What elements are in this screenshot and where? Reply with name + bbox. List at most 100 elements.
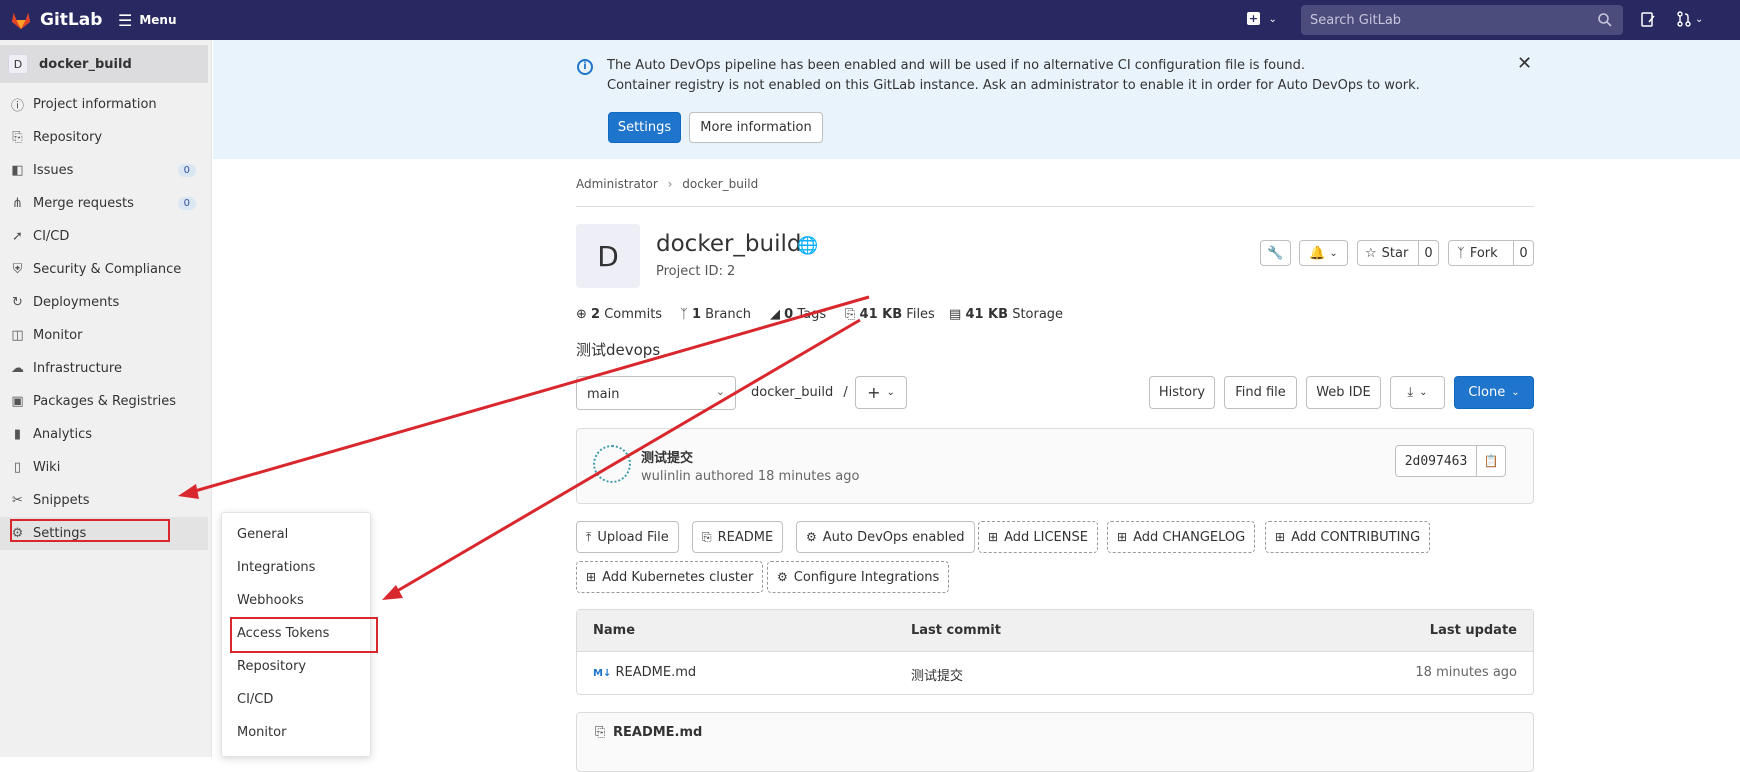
commit-sha[interactable]: 2d097463 xyxy=(1395,445,1477,477)
star-icon: ☆ xyxy=(1365,245,1377,261)
sidebar-item-monitor[interactable]: ◫ Monitor xyxy=(0,319,208,352)
tags-stat[interactable]: ◢ 0 Tags xyxy=(770,307,826,322)
find-file-button[interactable]: Find file xyxy=(1224,376,1297,409)
sidebar-item-label: Snippets xyxy=(33,493,90,508)
close-icon[interactable]: ✕ xyxy=(1517,53,1532,74)
package-icon: ▣ xyxy=(11,394,24,409)
readme-panel: ⎘ README.md xyxy=(576,712,1534,772)
search-input[interactable]: Search GitLab xyxy=(1301,5,1623,35)
flyout-item-webhooks[interactable]: Webhooks xyxy=(237,593,304,608)
file-commit-cell[interactable]: 测试提交 xyxy=(911,665,963,684)
last-commit-panel: 测试提交 wulinlin authored 18 minutes ago 2d… xyxy=(576,428,1534,504)
sidebar-item-merge-requests[interactable]: ⋔ Merge requests 0 xyxy=(0,187,208,220)
history-button[interactable]: History xyxy=(1149,376,1215,409)
add-license-button[interactable]: ⊞ Add LICENSE xyxy=(978,521,1098,553)
branch-icon: ᛉ xyxy=(680,307,688,322)
alert-message-line: Container registry is not enabled on thi… xyxy=(607,78,1420,93)
project-settings-button[interactable]: 🔧 xyxy=(1260,240,1291,266)
branches-stat[interactable]: ᛉ 1 Branch xyxy=(680,307,751,322)
files-stat[interactable]: ⎘ 41 KB Files xyxy=(845,307,935,322)
sidebar-item-security-compliance[interactable]: ⛨ Security & Compliance xyxy=(0,253,208,286)
star-button[interactable]: ☆ Star 0 xyxy=(1357,240,1439,266)
wrench-icon: 🔧 xyxy=(1267,245,1284,261)
sidebar-item-repository[interactable]: ⎘ Repository xyxy=(0,121,208,154)
commits-stat[interactable]: ⊕ 2 Commits xyxy=(576,307,662,322)
project-sidebar: D docker_build ⓘ Project information ⎘ R… xyxy=(0,40,212,757)
add-to-tree-dropdown[interactable]: + ⌄ xyxy=(855,376,907,409)
menu-button[interactable]: ☰ Menu xyxy=(118,8,177,32)
add-kubernetes-cluster-button[interactable]: ⊞ Add Kubernetes cluster xyxy=(576,561,764,593)
file-name-cell[interactable]: M↓ README.md xyxy=(593,665,696,680)
issues-todo-icon[interactable] xyxy=(1640,11,1656,28)
download-dropdown[interactable]: ⤓ ⌄ xyxy=(1390,376,1445,409)
tag-icon: ◢ xyxy=(770,307,780,322)
clone-button[interactable]: Clone ⌄ xyxy=(1454,376,1534,409)
project-description: 测试devops xyxy=(576,341,661,359)
issues-count-badge: 0 xyxy=(177,164,196,177)
breadcrumb-current[interactable]: docker_build xyxy=(682,177,758,191)
sidebar-item-deployments[interactable]: ↻ Deployments xyxy=(0,286,208,319)
flyout-item-general[interactable]: General xyxy=(237,527,288,542)
auto-devops-button[interactable]: ⚙ Auto DevOps enabled xyxy=(796,521,975,553)
sidebar-item-ci-cd[interactable]: ➚ CI/CD xyxy=(0,220,208,253)
sidebar-item-packages-registries[interactable]: ▣ Packages & Registries xyxy=(0,385,208,418)
sidebar-item-label: Infrastructure xyxy=(33,361,122,376)
copy-sha-button[interactable]: 📋 xyxy=(1476,445,1506,477)
fork-button[interactable]: ᛉ Fork 0 xyxy=(1448,240,1534,266)
new-item-dropdown-button[interactable]: + ⌄ xyxy=(1247,10,1277,26)
branch-selector[interactable]: main ⌄ xyxy=(576,376,736,410)
info-icon: ⓘ xyxy=(10,99,24,114)
notification-dropdown[interactable]: 🔔 ⌄ xyxy=(1299,240,1348,266)
web-ide-button[interactable]: Web IDE xyxy=(1306,376,1381,409)
fork-label: Fork xyxy=(1469,245,1498,261)
merge-requests-dropdown[interactable]: ⌄ xyxy=(1677,11,1703,27)
sidebar-item-analytics[interactable]: ▮ Analytics xyxy=(0,418,208,451)
column-header-name: Name xyxy=(593,623,636,638)
flyout-item-monitor[interactable]: Monitor xyxy=(237,725,286,740)
chevron-down-icon: ⌄ xyxy=(1511,387,1520,398)
upload-file-button[interactable]: ⤒ Upload File xyxy=(576,521,679,553)
sidebar-project-header[interactable]: D docker_build xyxy=(0,45,208,83)
breadcrumb-parent[interactable]: Administrator xyxy=(576,177,658,191)
download-icon: ⤓ xyxy=(1407,385,1414,400)
gitlab-logo-text[interactable]: GitLab xyxy=(40,10,102,30)
project-avatar: D xyxy=(8,54,28,74)
search-icon xyxy=(1598,13,1612,27)
sidebar-project-name: docker_build xyxy=(39,56,132,72)
sidebar-item-issues[interactable]: ◧ Issues 0 xyxy=(0,154,208,187)
sidebar-item-settings[interactable]: ⚙ Settings xyxy=(0,517,208,550)
gitlab-logo-icon[interactable] xyxy=(10,9,32,31)
repo-path-name[interactable]: docker_build xyxy=(751,385,833,400)
settings-flyout-menu: General Integrations Webhooks Access Tok… xyxy=(221,512,378,757)
issues-icon: ◧ xyxy=(11,163,24,178)
table-row[interactable]: M↓ README.md 测试提交 18 minutes ago xyxy=(577,652,1533,694)
configure-integrations-button[interactable]: ⚙ Configure Integrations xyxy=(767,561,950,593)
flyout-item-ci-cd[interactable]: CI/CD xyxy=(237,692,273,707)
sidebar-item-label: Monitor xyxy=(33,328,83,343)
add-contributing-button[interactable]: ⊞ Add CONTRIBUTING xyxy=(1265,521,1431,553)
sidebar-item-project-information[interactable]: ⓘ Project information xyxy=(0,88,208,121)
sidebar-item-wiki[interactable]: ▯ Wiki xyxy=(0,451,208,484)
auto-devops-alert: i The Auto DevOps pipeline has been enab… xyxy=(213,40,1740,159)
chevron-down-icon: ⌄ xyxy=(1419,387,1428,398)
cloud-icon: ☁ xyxy=(11,361,24,376)
sidebar-item-snippets[interactable]: ✂ Snippets xyxy=(0,484,208,517)
commit-title[interactable]: 测试提交 xyxy=(641,447,693,466)
monitor-icon: ◫ xyxy=(11,328,24,343)
readme-button[interactable]: ⎘ README xyxy=(692,521,784,553)
add-changelog-button[interactable]: ⊞ Add CHANGELOG xyxy=(1107,521,1256,553)
project-avatar-large: D xyxy=(576,224,640,288)
file-icon: ⎘ xyxy=(12,130,23,145)
storage-stat[interactable]: ▤ 41 KB Storage xyxy=(949,307,1063,322)
avatar[interactable] xyxy=(593,445,631,483)
merge-request-icon xyxy=(1677,11,1691,27)
hamburger-icon: ☰ xyxy=(118,10,133,30)
more-information-button[interactable]: More information xyxy=(689,112,823,143)
info-icon: i xyxy=(577,59,593,75)
sidebar-item-label: Issues xyxy=(33,163,74,178)
flyout-item-integrations[interactable]: Integrations xyxy=(237,560,315,575)
alert-settings-button[interactable]: Settings xyxy=(608,112,681,143)
plus-square-icon: ⊞ xyxy=(1117,530,1128,544)
sidebar-item-infrastructure[interactable]: ☁ Infrastructure xyxy=(0,352,208,385)
flyout-item-repository[interactable]: Repository xyxy=(237,659,306,674)
